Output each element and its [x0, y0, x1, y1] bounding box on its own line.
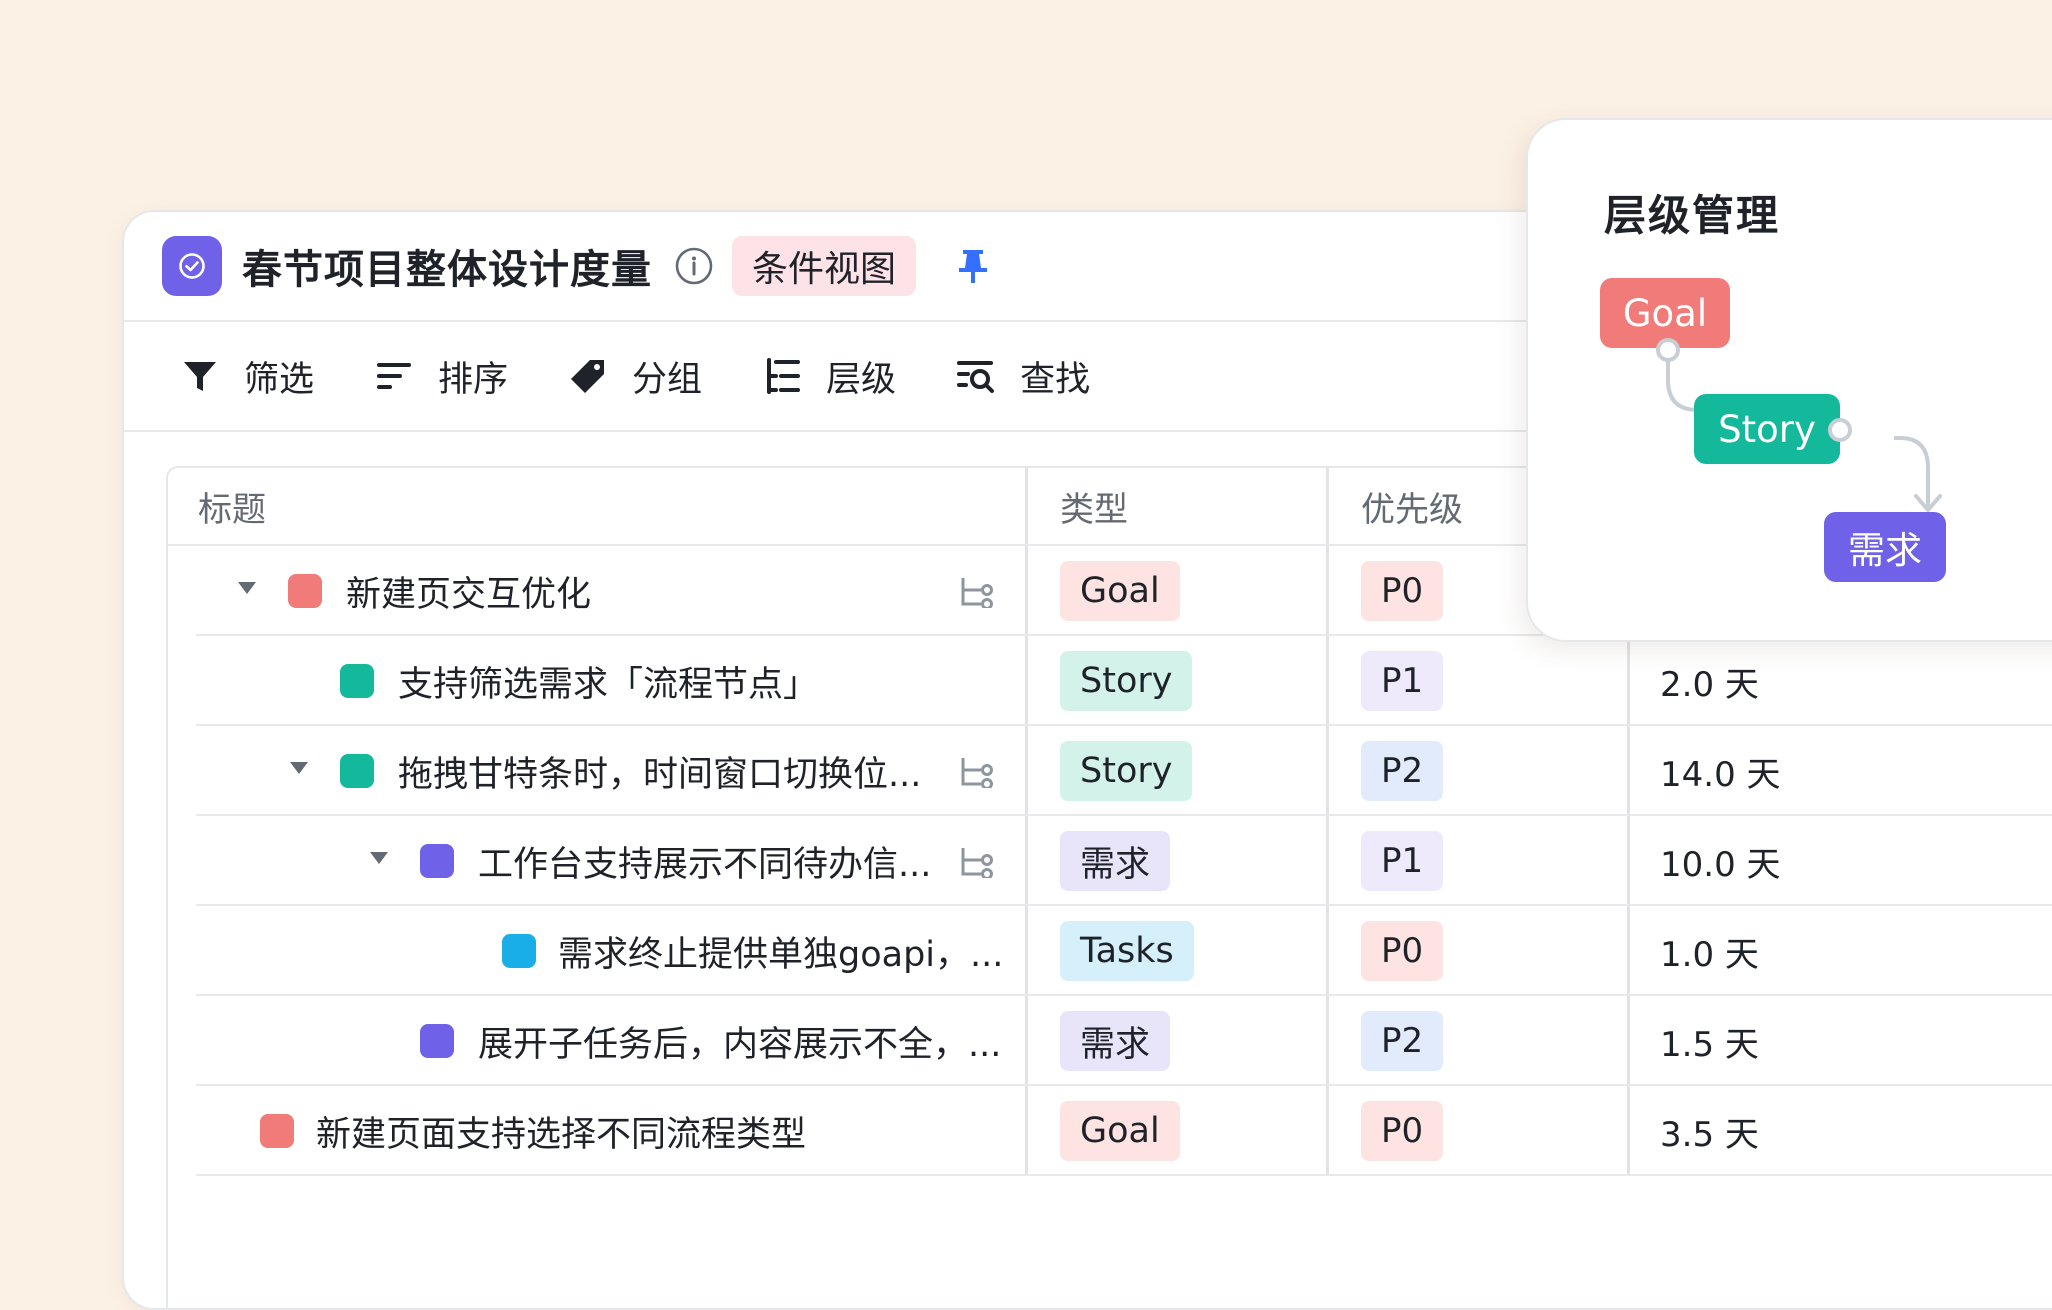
table-row[interactable]: 拖拽甘特条时，时间窗口切换位... Story P2 14.0 天 — [168, 726, 2052, 816]
caret-down-icon[interactable] — [236, 580, 258, 596]
estimate-value: 1.5 天 — [1660, 1024, 1759, 1065]
row-title: 需求终止提供单独goapi，... — [558, 935, 1004, 975]
group-button[interactable]: 分组 — [568, 351, 702, 402]
sort-button[interactable]: 排序 — [374, 351, 508, 402]
sort-label: 排序 — [438, 359, 509, 400]
estimate-value: 2.0 天 — [1660, 664, 1759, 705]
page-title: 春节项目整体设计度量 — [242, 247, 652, 293]
connector-handles — [1656, 338, 1852, 442]
view-badge[interactable]: 条件视图 — [732, 236, 917, 296]
title-cell: 新建页面支持选择不同流程类型 — [168, 1086, 1028, 1176]
estimate-cell: 10.0 天 — [1630, 816, 2052, 906]
requirement-color-square — [420, 1024, 454, 1058]
subtask-icon[interactable] — [959, 846, 997, 878]
table-row[interactable]: 新建页面支持选择不同流程类型 Goal P0 3.5 天 — [168, 1086, 2052, 1176]
title-cell: 工作台支持展示不同待办信... — [168, 816, 1028, 906]
goal-color-square — [260, 1114, 294, 1148]
column-header-title[interactable]: 标题 — [168, 468, 1028, 544]
goal-color-square — [288, 574, 322, 608]
priority-cell: P1 — [1329, 816, 1630, 906]
priority-tag: P0 — [1361, 1101, 1444, 1161]
sort-icon — [377, 363, 412, 389]
filter-icon — [184, 362, 216, 391]
priority-cell: P0 — [1329, 906, 1630, 996]
type-tag: Goal — [1060, 1101, 1180, 1161]
priority-tag: P1 — [1361, 831, 1444, 891]
estimate-value: 3.5 天 — [1660, 1114, 1759, 1155]
type-cell: Tasks — [1028, 906, 1329, 996]
estimate-cell: 14.0 天 — [1630, 726, 2052, 816]
title-cell: 拖拽甘特条时，时间窗口切换位... — [168, 726, 1028, 816]
priority-cell: P2 — [1329, 996, 1630, 1086]
hierarchy-icon — [767, 358, 801, 394]
caret-down-icon[interactable] — [368, 850, 390, 866]
story-color-square — [340, 664, 374, 698]
row-title: 拖拽甘特条时，时间窗口切换位... — [398, 755, 922, 795]
estimate-value: 1.0 天 — [1660, 934, 1759, 975]
title-cell: 展开子任务后，内容展示不全，... — [168, 996, 1028, 1086]
story-color-square — [340, 754, 374, 788]
row-title: 新建页交互优化 — [346, 575, 592, 615]
tasks-color-square — [502, 934, 536, 968]
row-title: 工作台支持展示不同待办信... — [478, 845, 932, 885]
priority-tag: P2 — [1361, 741, 1444, 801]
type-cell: Goal — [1028, 546, 1329, 636]
find-label: 查找 — [1020, 359, 1091, 400]
subtask-icon[interactable] — [959, 576, 997, 608]
tag-icon — [571, 360, 605, 393]
estimate-value: 10.0 天 — [1660, 844, 1781, 885]
type-tag: 需求 — [1060, 1011, 1171, 1071]
estimate-cell: 1.0 天 — [1630, 906, 2052, 996]
type-cell: 需求 — [1028, 996, 1329, 1086]
priority-cell: P2 — [1329, 726, 1630, 816]
priority-cell: P1 — [1329, 636, 1630, 726]
type-cell: 需求 — [1028, 816, 1329, 906]
table-row[interactable]: 工作台支持展示不同待办信... 需求 P1 10.0 天 — [168, 816, 2052, 906]
caret-down-icon[interactable] — [288, 760, 310, 776]
type-tag: Goal — [1060, 561, 1180, 621]
row-title: 展开子任务后，内容展示不全，... — [478, 1025, 1002, 1065]
table-row[interactable]: 支持筛选需求「流程节点」 Story P1 2.0 天 — [168, 636, 2052, 726]
estimate-value: 14.0 天 — [1660, 754, 1781, 795]
column-header-type[interactable]: 类型 — [1028, 468, 1329, 544]
priority-cell: P0 — [1329, 1086, 1630, 1176]
title-cell: 需求终止提供单独goapi，... — [168, 906, 1028, 996]
check-circle-icon — [162, 236, 222, 296]
title-cell: 新建页交互优化 — [168, 546, 1028, 636]
table-row[interactable]: 需求终止提供单独goapi，... Tasks P0 1.0 天 — [168, 906, 2052, 996]
title-cell: 支持筛选需求「流程节点」 — [168, 636, 1028, 726]
type-tag: Story — [1060, 651, 1193, 711]
info-icon[interactable] — [674, 246, 714, 286]
row-title: 新建页面支持选择不同流程类型 — [316, 1115, 807, 1155]
type-tag: Tasks — [1060, 921, 1194, 981]
priority-tag: P2 — [1361, 1011, 1444, 1071]
priority-tag: P1 — [1361, 651, 1444, 711]
type-cell: Story — [1028, 726, 1329, 816]
estimate-cell: 2.0 天 — [1630, 636, 2052, 726]
type-cell: Story — [1028, 636, 1329, 726]
hierarchy-label: 层级 — [826, 359, 897, 400]
type-cell: Goal — [1028, 1086, 1329, 1176]
subtask-icon[interactable] — [959, 756, 997, 788]
type-tag: Story — [1060, 741, 1193, 801]
priority-tag: P0 — [1361, 561, 1444, 621]
hierarchy-popover: 层级管理 Goal Story 需求 — [1526, 118, 2052, 642]
hierarchy-button[interactable]: 层级 — [762, 351, 896, 402]
table-row[interactable]: 展开子任务后，内容展示不全，... 需求 P2 1.5 天 — [168, 996, 2052, 1086]
row-title: 支持筛选需求「流程节点」 — [398, 665, 819, 705]
find-button[interactable]: 查找 — [956, 351, 1090, 402]
estimate-cell: 1.5 天 — [1630, 996, 2052, 1086]
filter-label: 筛选 — [244, 359, 315, 400]
filter-button[interactable]: 筛选 — [180, 351, 314, 402]
estimate-cell: 3.5 天 — [1630, 1086, 2052, 1176]
group-label: 分组 — [632, 359, 703, 400]
search-list-icon — [957, 361, 995, 393]
type-tag: 需求 — [1060, 831, 1171, 891]
priority-tag: P0 — [1361, 921, 1444, 981]
pin-icon[interactable] — [956, 246, 990, 286]
requirement-color-square — [420, 844, 454, 878]
